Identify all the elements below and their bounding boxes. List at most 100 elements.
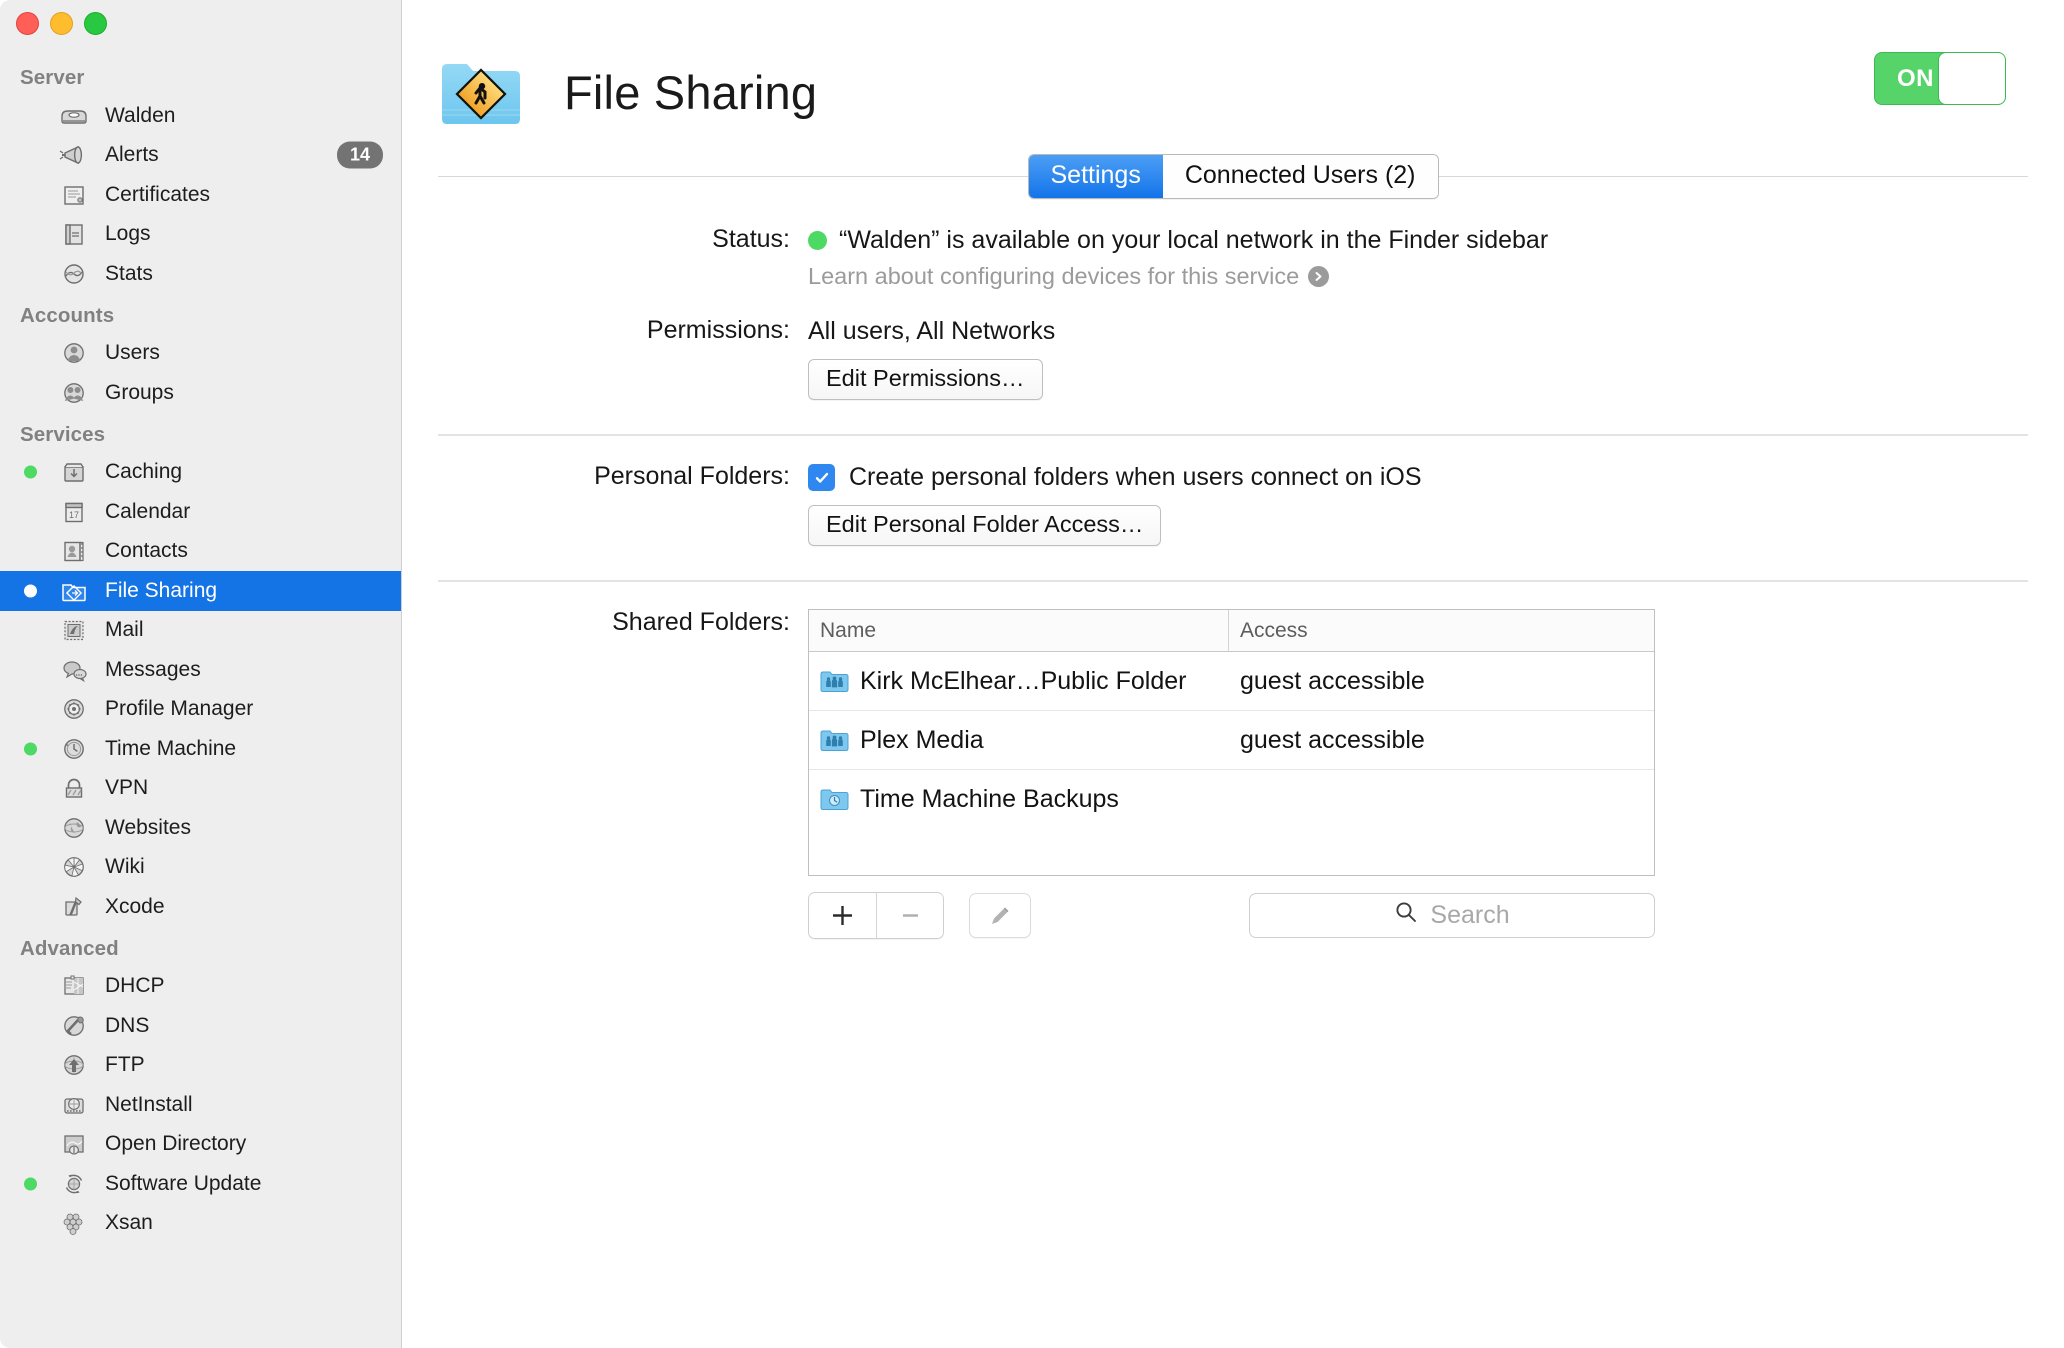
sidebar-item-label: Contacts	[105, 539, 188, 563]
sidebar-item-certificates[interactable]: Certificates	[0, 175, 401, 215]
sidebar-item-xcode[interactable]: Xcode	[0, 887, 401, 927]
zoom-button[interactable]	[84, 12, 107, 35]
section-divider-1	[438, 434, 2028, 436]
sidebar: Server Walden Alerts 14 Certificates Logs Stat…	[0, 0, 402, 1348]
tab-settings[interactable]: Settings	[1028, 155, 1163, 198]
learn-more-link[interactable]: Learn about configuring devices for this…	[808, 263, 2028, 290]
sidebar-item-open-directory[interactable]: Open Directory	[0, 1125, 401, 1165]
create-personal-folders-label: Create personal folders when users conne…	[849, 463, 1422, 491]
sidebar-item-label: Messages	[105, 657, 201, 681]
cell-access: guest accessible	[1240, 725, 1425, 754]
page-header: File Sharing ON	[402, 0, 2064, 140]
cell-access: guest accessible	[1240, 666, 1425, 695]
table-row[interactable]: Kirk McElhear…Public Folder guest accessi…	[809, 652, 1654, 711]
table-row-empty	[809, 829, 1654, 875]
service-status-dot	[24, 861, 37, 874]
search-shared-folders-field[interactable]: Search	[1249, 893, 1655, 938]
megaphone-icon	[56, 140, 92, 170]
sidebar-group-title-accounts: Accounts	[20, 303, 115, 327]
sidebar-item-groups[interactable]: Groups	[0, 373, 401, 413]
service-status-dot	[24, 1138, 37, 1151]
edit-shared-folder-button[interactable]	[969, 893, 1031, 938]
service-status-dot	[24, 465, 37, 479]
sidebar-item-label: File Sharing	[105, 578, 218, 602]
add-shared-folder-button[interactable]	[809, 893, 876, 938]
sidebar-item-label: FTP	[105, 1053, 145, 1077]
sidebar-item-contacts[interactable]: Contacts	[0, 532, 401, 572]
sidebar-item-netinstall[interactable]: NetInstall	[0, 1085, 401, 1125]
sidebar-item-wiki[interactable]: Wiki	[0, 848, 401, 888]
sidebar-item-profile-manager[interactable]: Profile Manager	[0, 690, 401, 730]
sidebar-item-websites[interactable]: Websites	[0, 808, 401, 848]
sidebar-item-label: DHCP	[105, 974, 165, 998]
shared-folders-section: Shared Folders: Name Access Kirk McElhea…	[402, 608, 2064, 939]
status-label: Status:	[712, 225, 790, 253]
cell-name-text: Time Machine Backups	[860, 785, 1119, 813]
permissions-value: All users, All Networks	[808, 317, 1056, 345]
column-header-access[interactable]: Access	[1229, 610, 1654, 651]
service-status-dot	[24, 980, 37, 993]
sidebar-item-alerts[interactable]: Alerts 14	[0, 136, 401, 176]
minimize-button[interactable]	[50, 12, 73, 35]
sidebar-item-software-update[interactable]: Software Update	[0, 1164, 401, 1204]
edit-permissions-button[interactable]: Edit Permissions…	[808, 359, 1043, 400]
sidebar-item-xsan[interactable]: Xsan	[0, 1204, 401, 1244]
create-personal-folders-checkbox[interactable]	[808, 464, 835, 491]
sidebar-item-vpn[interactable]: VPN	[0, 769, 401, 809]
sidebar-group-title-advanced: Advanced	[20, 936, 119, 960]
tab-rule-right	[1438, 176, 2028, 177]
sidebar-item-ftp[interactable]: FTP	[0, 1046, 401, 1086]
user-icon	[56, 338, 92, 368]
personal-folders-checkbox-line[interactable]: Create personal folders when users conne…	[808, 463, 2028, 492]
software-update-icon	[56, 1169, 92, 1199]
sidebar-item-time-machine[interactable]: Time Machine	[0, 729, 401, 769]
edit-personal-folder-access-button[interactable]: Edit Personal Folder Access…	[808, 505, 1162, 546]
sidebar-item-walden[interactable]: Walden	[0, 96, 401, 136]
service-status-dot	[24, 703, 37, 716]
search-icon	[1394, 900, 1418, 931]
logs-icon	[56, 219, 92, 249]
remove-shared-folder-button[interactable]	[876, 893, 943, 938]
page-title: File Sharing	[564, 65, 818, 119]
service-status-dot	[24, 228, 37, 241]
clock-icon	[56, 734, 92, 764]
stats-icon	[56, 259, 92, 289]
service-status-dot	[24, 624, 37, 637]
window-traffic-lights	[16, 12, 107, 35]
status-indicator-dot	[808, 231, 827, 250]
service-status-dot	[24, 782, 37, 795]
sidebar-item-dhcp[interactable]: DHCP	[0, 967, 401, 1007]
netinstall-disk-icon	[56, 1090, 92, 1120]
personal-folders-label: Personal Folders:	[594, 462, 790, 490]
close-button[interactable]	[16, 12, 39, 35]
sidebar-item-dns[interactable]: DNS	[0, 1006, 401, 1046]
sidebar-item-messages[interactable]: Messages	[0, 650, 401, 690]
sidebar-item-label: Groups	[105, 380, 174, 404]
column-header-name[interactable]: Name	[809, 610, 1229, 651]
sidebar-item-users[interactable]: Users	[0, 334, 401, 374]
table-row[interactable]: Time Machine Backups	[809, 770, 1654, 829]
cell-name: Time Machine Backups	[809, 785, 1229, 814]
sidebar-item-logs[interactable]: Logs	[0, 215, 401, 255]
sidebar-item-calendar[interactable]: 17 Calendar	[0, 492, 401, 532]
sidebar-item-label: Profile Manager	[105, 697, 254, 721]
file-sharing-folder-icon	[440, 57, 522, 127]
learn-more-label: Learn about configuring devices for this…	[808, 263, 1300, 289]
sidebar-item-stats[interactable]: Stats	[0, 254, 401, 294]
service-status-dot	[24, 821, 37, 834]
table-row[interactable]: Plex Media guest accessible	[809, 711, 1654, 770]
service-status-dot	[24, 1217, 37, 1230]
sidebar-item-mail[interactable]: Mail	[0, 611, 401, 651]
shared-folders-toolbar: Search	[808, 892, 1655, 939]
service-on-off-toggle[interactable]: ON	[1874, 52, 2006, 105]
sidebar-item-label: NetInstall	[105, 1092, 193, 1116]
tab-connected-users[interactable]: Connected Users (2)	[1162, 155, 1438, 198]
sidebar-item-label: Calendar	[105, 499, 191, 523]
search-placeholder: Search	[1430, 901, 1510, 929]
toggle-label: ON	[1897, 64, 1934, 92]
sidebar-item-file-sharing[interactable]: File Sharing	[0, 571, 401, 611]
sidebar-item-caching[interactable]: Caching	[0, 453, 401, 493]
sidebar-group-title-services: Services	[20, 422, 106, 446]
tab-group: Settings Connected Users (2)	[1027, 154, 1439, 199]
toggle-knob[interactable]	[1938, 53, 2005, 104]
